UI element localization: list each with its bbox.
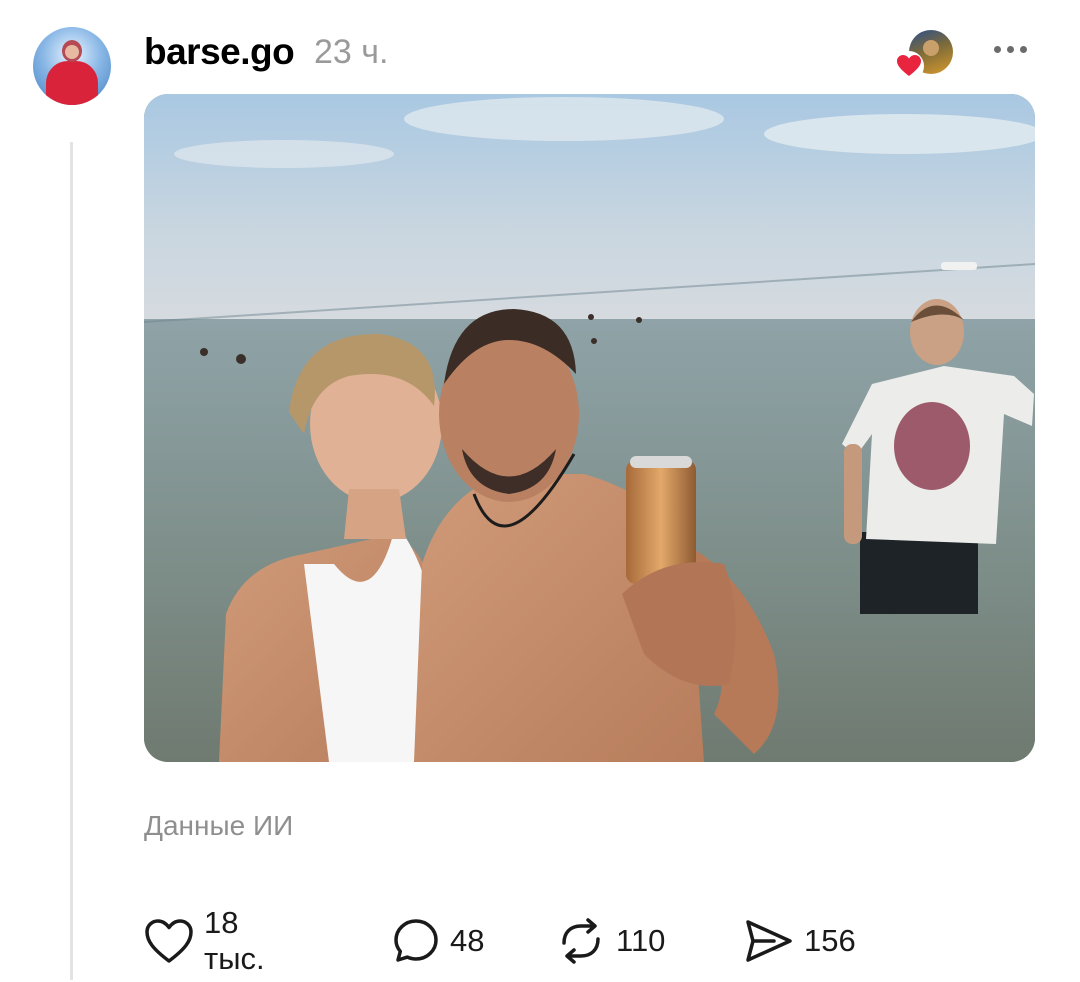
user-avatar[interactable] — [33, 27, 111, 105]
repost-count: 110 — [616, 923, 666, 958]
photo-swimmer — [236, 354, 246, 364]
more-dot — [994, 46, 1001, 53]
photo-cloud — [174, 140, 394, 168]
avatar-figure-face — [65, 45, 79, 59]
send-icon — [744, 918, 794, 964]
repost-icon — [556, 917, 606, 965]
like-count: 18 тыс. — [204, 905, 265, 976]
more-dot — [1020, 46, 1027, 53]
thread-line — [70, 142, 73, 980]
heart-outline-icon — [144, 918, 194, 964]
photo-cloud — [764, 114, 1035, 154]
photo-right-person-shirt-print — [894, 402, 970, 490]
photo-boat — [941, 262, 977, 270]
ai-info-label[interactable]: Данные ИИ — [144, 810, 293, 842]
post-photo[interactable] — [144, 94, 1035, 762]
photo-swimmer — [636, 317, 642, 323]
photo-beer-can-top — [630, 456, 692, 468]
photo-cloud — [404, 97, 724, 141]
like-button[interactable]: 18 тыс. — [144, 905, 265, 976]
repost-button[interactable]: 110 — [556, 915, 665, 967]
share-count: 156 — [804, 923, 856, 958]
photo-right-person-shorts — [860, 532, 978, 614]
post-timestamp: 23 ч. — [314, 33, 389, 71]
more-dot — [1007, 46, 1014, 53]
photo-swimmer — [200, 348, 208, 356]
comment-button[interactable]: 48 — [392, 915, 484, 967]
share-button[interactable]: 156 — [744, 915, 856, 967]
photo-woman-neck — [344, 489, 406, 539]
more-options-icon[interactable] — [994, 46, 1027, 53]
avatar-figure-body — [46, 61, 98, 105]
liker-avatar-figure — [923, 40, 939, 56]
photo-right-person-arm — [844, 444, 862, 544]
photo-swimmer — [591, 338, 597, 344]
photo-swimmer — [588, 314, 594, 320]
post-username[interactable]: barse.go — [144, 31, 295, 73]
comment-count: 48 — [450, 923, 485, 958]
heart-badge-icon — [894, 51, 924, 81]
speech-bubble-icon — [392, 917, 440, 965]
